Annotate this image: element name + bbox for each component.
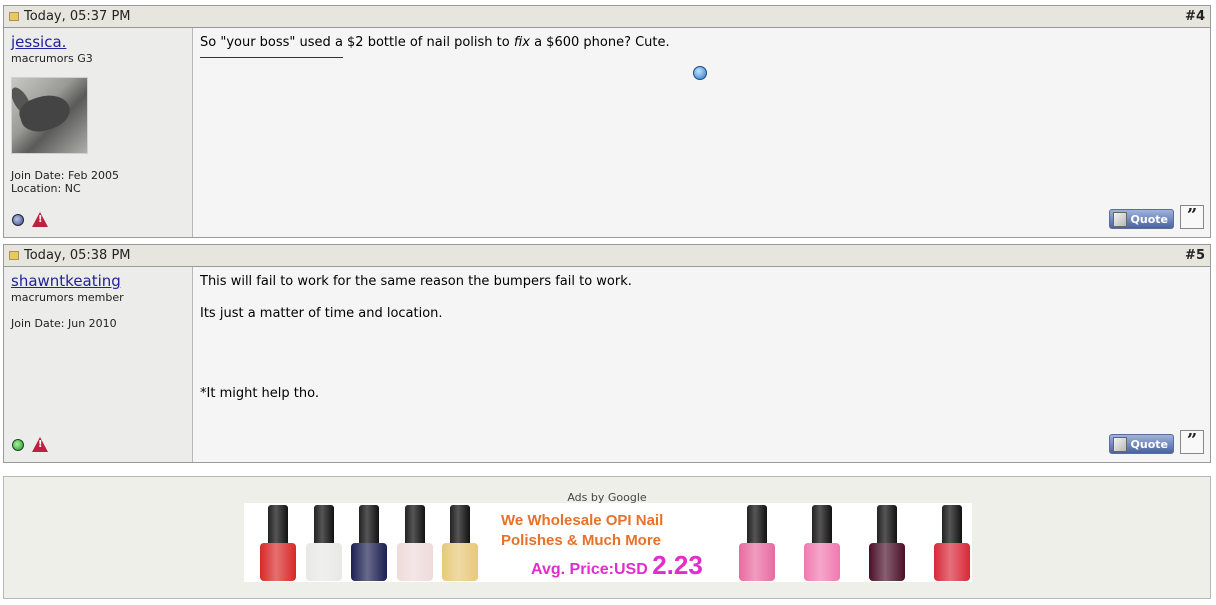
username-link[interactable]: jessica. (11, 33, 66, 51)
user-info-panel: jessica. macrumors G3 Join Date: Feb 200… (4, 28, 193, 237)
bottle-cap (747, 505, 767, 543)
ad-headline: We Wholesale OPI Nail Polishes & Much Mo… (501, 511, 663, 551)
quote-button[interactable]: Quote (1108, 434, 1174, 454)
bottle-glass (442, 543, 478, 581)
bottle-cap (314, 505, 334, 543)
message-emphasis: fix (513, 35, 530, 50)
bottle-glass (351, 543, 387, 581)
nail-polish-bottle (260, 505, 296, 581)
ad-banner[interactable]: We Wholesale OPI Nail Polishes & Much Mo… (244, 503, 972, 582)
post-number[interactable]: #4 (1185, 9, 1205, 24)
online-status-icon (12, 438, 24, 451)
quote-pen-icon (1112, 436, 1127, 452)
avatar[interactable] (11, 77, 88, 154)
post-icon (9, 12, 19, 21)
message-panel: This will fail to work for the same reas… (193, 267, 1210, 462)
post-body: shawntkeating macrumors member Join Date… (4, 267, 1210, 462)
post-date: Today, 05:38 PM (24, 248, 131, 263)
bottle-glass (397, 543, 433, 581)
nail-polish-bottle (739, 505, 775, 581)
message-text: So "your boss" used a $2 bottle of nail … (200, 35, 1203, 51)
bottle-glass (804, 543, 840, 581)
message-part: a $600 phone? Cute. (529, 35, 670, 50)
message-line: This will fail to work for the same reas… (200, 274, 632, 289)
bottle-glass (306, 543, 342, 581)
bottle-glass (934, 543, 970, 581)
ad-price: Avg. Price:USD 2.23 (531, 550, 703, 581)
ad-headline-1: We Wholesale OPI Nail (501, 512, 664, 529)
post-actions: Quote ” (1108, 205, 1204, 229)
nail-polish-bottle (442, 505, 478, 581)
bottle-cap (812, 505, 832, 543)
user-info-panel: shawntkeating macrumors member Join Date… (4, 267, 193, 462)
post-date-wrap: Today, 05:38 PM (9, 248, 131, 263)
username-link[interactable]: shawntkeating (11, 272, 121, 290)
ad-price-label: Avg. Price:USD (531, 561, 653, 578)
bottle-cap (942, 505, 962, 543)
quote-label: Quote (1130, 437, 1168, 451)
join-date: Join Date: Feb 2005 (11, 169, 119, 182)
message-line: *It might help tho. (200, 386, 319, 401)
bottle-glass (260, 543, 296, 581)
status-row (12, 212, 48, 227)
nail-polish-bottle (306, 505, 342, 581)
join-date: Join Date: Jun 2010 (11, 317, 117, 330)
bottle-cap (359, 505, 379, 543)
location: Location: NC (11, 182, 81, 195)
nail-polish-bottle (351, 505, 387, 581)
multiquote-icon[interactable]: ” (1180, 430, 1204, 454)
post-date: Today, 05:37 PM (24, 9, 131, 24)
nail-polish-bottle (804, 505, 840, 581)
message-text: This will fail to work for the same reas… (200, 274, 1203, 402)
post-actions: Quote ” (1108, 430, 1204, 454)
quote-button[interactable]: Quote (1108, 209, 1174, 229)
post-body: jessica. macrumors G3 Join Date: Feb 200… (4, 28, 1210, 237)
ad-headline-2: Polishes & Much More (501, 532, 662, 549)
bottle-cap (877, 505, 897, 543)
signature-divider (200, 57, 343, 58)
quote-label: Quote (1130, 212, 1168, 226)
bottle-glass (739, 543, 775, 581)
user-title: macrumors member (11, 291, 124, 304)
post-icon (9, 251, 19, 260)
nail-polish-bottle (934, 505, 970, 581)
warning-icon[interactable] (32, 437, 48, 452)
multiquote-icon[interactable]: ” (1180, 205, 1204, 229)
post-date-wrap: Today, 05:37 PM (9, 9, 131, 24)
user-details: Join Date: Feb 2005 Location: NC (11, 169, 185, 195)
status-row (12, 437, 48, 452)
post-header: Today, 05:38 PM #5 (4, 245, 1210, 267)
user-title: macrumors G3 (11, 52, 93, 65)
bottle-cap (268, 505, 288, 543)
warning-icon[interactable] (32, 212, 48, 227)
ads-panel: Ads by Google We Wholesale OPI Nail Poli… (3, 476, 1211, 599)
bottle-cap (405, 505, 425, 543)
nail-polish-bottle (869, 505, 905, 581)
bottle-cap (450, 505, 470, 543)
nail-polish-bottle (397, 505, 433, 581)
ad-price-value: 2.23 (652, 550, 703, 580)
post-5: Today, 05:38 PM #5 shawntkeating macrumo… (3, 244, 1211, 463)
post-number[interactable]: #5 (1185, 248, 1205, 263)
message-panel: So "your boss" used a $2 bottle of nail … (193, 28, 1210, 237)
quote-pen-icon (1112, 211, 1127, 227)
smiley-icon (693, 66, 707, 80)
offline-status-icon (12, 213, 24, 226)
post-header: Today, 05:37 PM #4 (4, 6, 1210, 28)
user-details: Join Date: Jun 2010 (11, 317, 185, 330)
bottle-glass (869, 543, 905, 581)
message-line: Its just a matter of time and location. (200, 306, 443, 321)
message-part: So "your boss" used a $2 bottle of nail … (200, 35, 514, 50)
post-4: Today, 05:37 PM #4 jessica. macrumors G3… (3, 5, 1211, 238)
